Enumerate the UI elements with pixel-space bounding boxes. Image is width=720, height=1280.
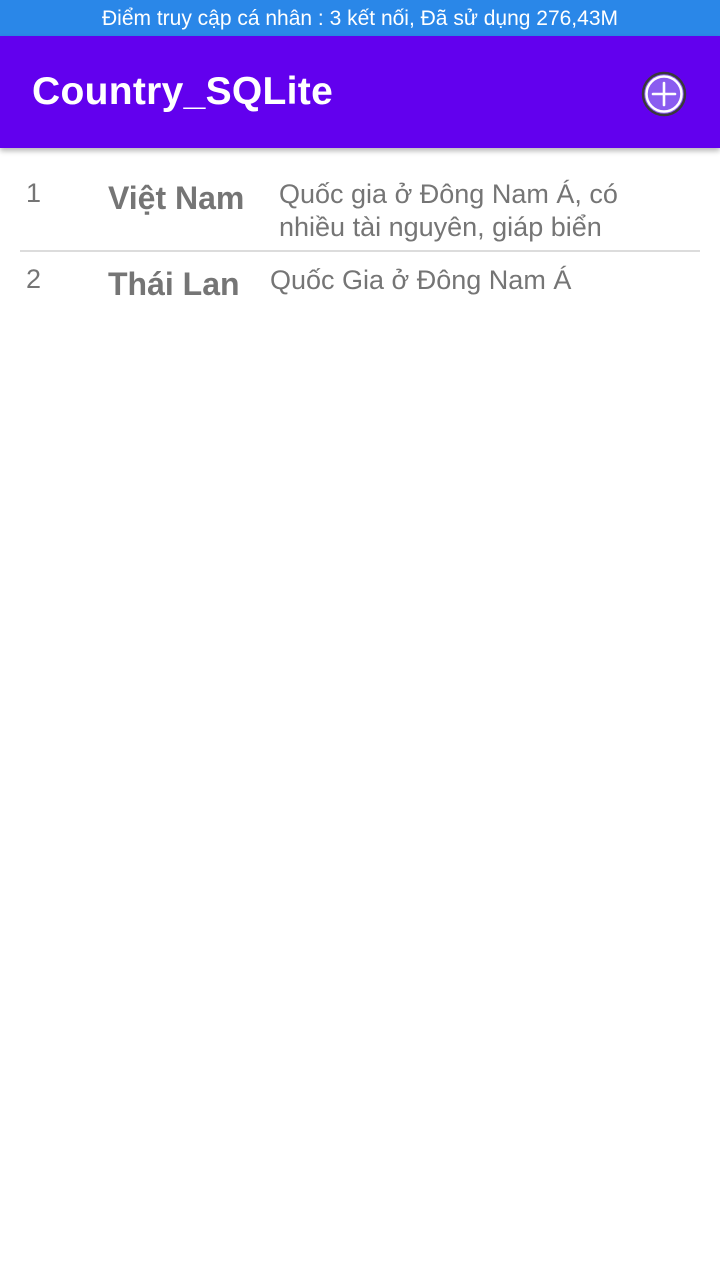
- country-description: Quốc Gia ở Đông Nam Á: [270, 265, 572, 295]
- country-id: 1: [26, 178, 42, 208]
- status-bar: Điểm truy cập cá nhân : 3 kết nối, Đã sử…: [0, 0, 720, 36]
- add-country-button[interactable]: [640, 70, 688, 118]
- app-title: Country_SQLite: [32, 70, 334, 113]
- app-bar: Country_SQLite: [0, 36, 720, 148]
- country-name: Thái Lan: [108, 266, 240, 302]
- list-item[interactable]: 2 Thái Lan Quốc Gia ở Đông Nam Á: [0, 252, 720, 316]
- country-name: Việt Nam: [108, 180, 245, 216]
- hotspot-status-text: Điểm truy cập cá nhân : 3 kết nối, Đã sử…: [101, 7, 618, 30]
- add-circle-icon: [641, 71, 687, 117]
- country-id: 2: [26, 264, 42, 294]
- list-item[interactable]: 1 Việt Nam Quốc gia ở Đông Nam Á, có nhi…: [0, 148, 720, 252]
- country-description: Quốc gia ở Đông Nam Á, có nhiều tài nguy…: [279, 179, 618, 242]
- country-list: 1 Việt Nam Quốc gia ở Đông Nam Á, có nhi…: [0, 148, 720, 316]
